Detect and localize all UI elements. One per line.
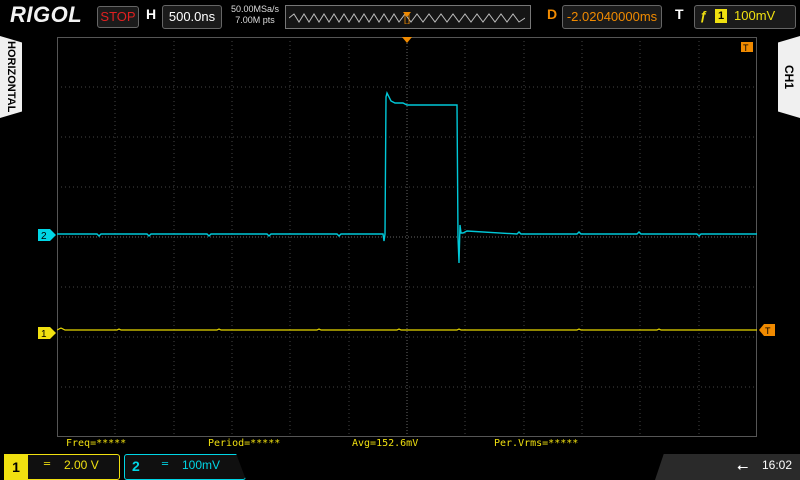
ch2-number: 2 bbox=[132, 458, 140, 474]
sample-rate: 50.00MSa/s bbox=[230, 4, 280, 14]
ch2-vertical-scale: 100mV bbox=[182, 458, 221, 472]
brand-logo: RIGOL bbox=[10, 2, 83, 27]
trigger-level-marker-label: T bbox=[743, 43, 749, 53]
ch2-marker-label: 2 bbox=[41, 231, 47, 241]
ch1-trigger-level-marker[interactable]: T bbox=[759, 324, 775, 336]
center-axes bbox=[57, 37, 757, 437]
run-stop-button[interactable]: STOP bbox=[97, 6, 139, 28]
ch1-trigger-marker-label: T bbox=[765, 326, 771, 336]
ch1-marker-label: 1 bbox=[41, 329, 47, 339]
trigger-source-badge: 1 bbox=[715, 9, 727, 23]
timebase-value[interactable]: 500.0ns bbox=[162, 5, 222, 29]
usb-icon: ⭠ bbox=[737, 459, 749, 475]
ch1-vertical-scale: 2.00 V bbox=[64, 458, 99, 472]
ch2-coupling-icon: ═ bbox=[162, 459, 169, 470]
clock: 16:02 bbox=[762, 458, 793, 472]
memory-overview-waveform bbox=[289, 12, 525, 24]
waveform-display[interactable]: T bbox=[57, 37, 757, 437]
trigger-label: T bbox=[675, 6, 684, 22]
ch2-offset-marker[interactable]: 2 bbox=[38, 229, 56, 241]
measurement-vrms: Per.Vrms=***** bbox=[494, 438, 579, 449]
horizontal-delay-value[interactable]: -2.02040000ms bbox=[562, 5, 662, 29]
horizontal-tab-label: HORIZONTAL bbox=[5, 41, 17, 113]
measurement-freq: Freq=***** bbox=[66, 438, 127, 449]
measurement-period: Period=***** bbox=[208, 438, 281, 449]
measurement-avg: Avg=152.6mV bbox=[352, 438, 419, 449]
ch1-number: 1 bbox=[4, 454, 28, 480]
trigger-position-marker[interactable] bbox=[402, 37, 412, 43]
ch1-coupling-icon: ═ bbox=[44, 459, 51, 470]
horizontal-label: H bbox=[146, 6, 157, 22]
rising-edge-icon: ƒ bbox=[700, 8, 708, 23]
trigger-level-value: 100mV bbox=[734, 8, 776, 23]
ch1-offset-marker[interactable]: 1 bbox=[38, 327, 56, 339]
ch1-tab-label: CH1 bbox=[782, 64, 796, 89]
delay-label: D bbox=[547, 6, 558, 22]
memory-depth: 7.00M pts bbox=[235, 15, 275, 25]
acquisition-info: 50.00MSa/s 7.00M pts bbox=[228, 4, 282, 26]
